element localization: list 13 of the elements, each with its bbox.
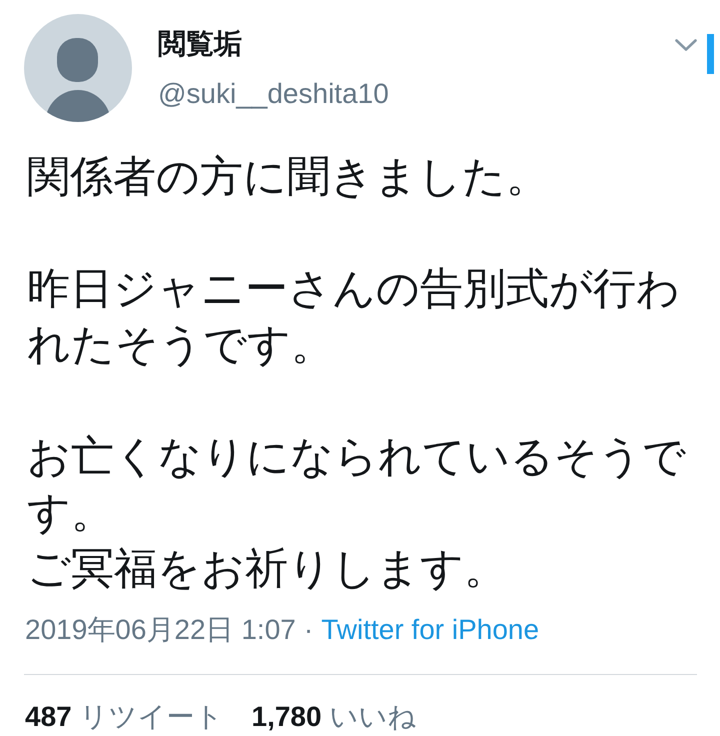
scroll-indicator [707, 34, 714, 74]
stat-link[interactable]: 1,780 いいね [252, 699, 416, 735]
timestamp: 2019年06月22日 1:07 [25, 613, 296, 647]
tweet-text: 昨日ジャニーさんの告別式が行われたそうです。 [27, 264, 681, 371]
avatar-icon[interactable] [24, 14, 132, 122]
tweet-text: お亡くなりになられているそうです。 [27, 432, 687, 539]
separator: · [304, 613, 314, 647]
chevron-down-icon[interactable] [675, 39, 697, 51]
author-handle[interactable]: @suki__deshita10 [158, 77, 389, 111]
stat-link[interactable]: 487 リツイート [25, 699, 224, 735]
author-name[interactable]: 閲覧垢 [158, 27, 242, 61]
tweet-text: 関係者の方に聞きました。 [27, 152, 550, 203]
tweet-text: ご冥福をお祈りします。 [27, 544, 508, 595]
